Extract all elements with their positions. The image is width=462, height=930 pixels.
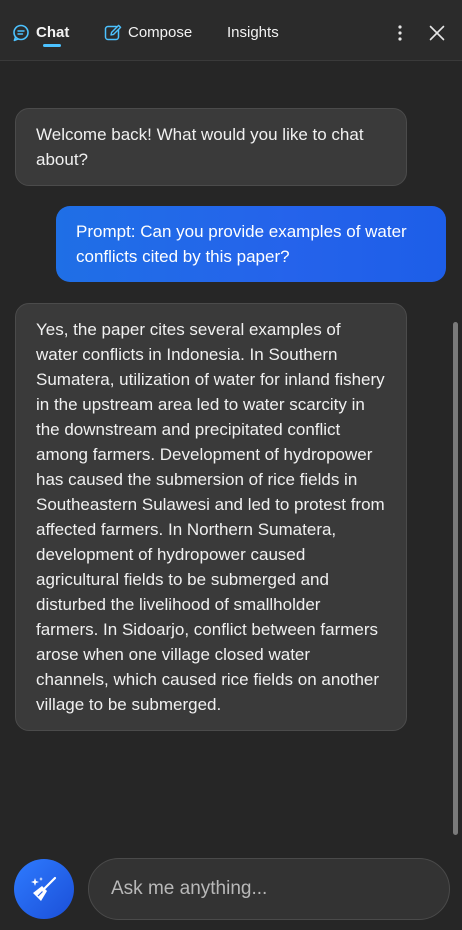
message-text: Yes, the paper cites several examples of… [36,320,385,714]
chat-input-box[interactable] [88,858,450,920]
broom-sparkle-icon [29,874,59,904]
compose-icon [104,24,122,42]
more-options-button[interactable] [387,20,413,46]
chat-bubble-icon [12,24,30,42]
tab-compose[interactable]: Compose [104,20,192,46]
active-tab-indicator [43,44,61,47]
more-vertical-icon [398,25,402,41]
assistant-message: Welcome back! What would you like to cha… [15,108,407,186]
chat-input[interactable] [111,878,431,900]
tab-insights-label: Insights [227,24,279,41]
assistant-message: Yes, the paper cites several examples of… [15,303,407,731]
tab-chat-label: Chat [36,24,70,41]
tab-chat[interactable]: Chat [12,20,69,46]
tab-compose-label: Compose [128,24,193,41]
user-message: Prompt: Can you provide examples of wate… [56,206,446,282]
scrollbar[interactable] [453,322,458,835]
close-button[interactable] [424,20,450,46]
tab-insights[interactable]: Insights [227,20,279,46]
new-topic-button[interactable] [14,859,74,919]
message-text: Prompt: Can you provide examples of wate… [76,222,407,266]
close-icon [429,25,445,41]
chat-panel: Chat Compose Insights Welcome back! What… [0,0,462,930]
message-text: Welcome back! What would you like to cha… [36,125,364,169]
message-list[interactable]: Welcome back! What would you like to cha… [0,62,462,852]
header-bar: Chat Compose Insights [0,0,462,61]
